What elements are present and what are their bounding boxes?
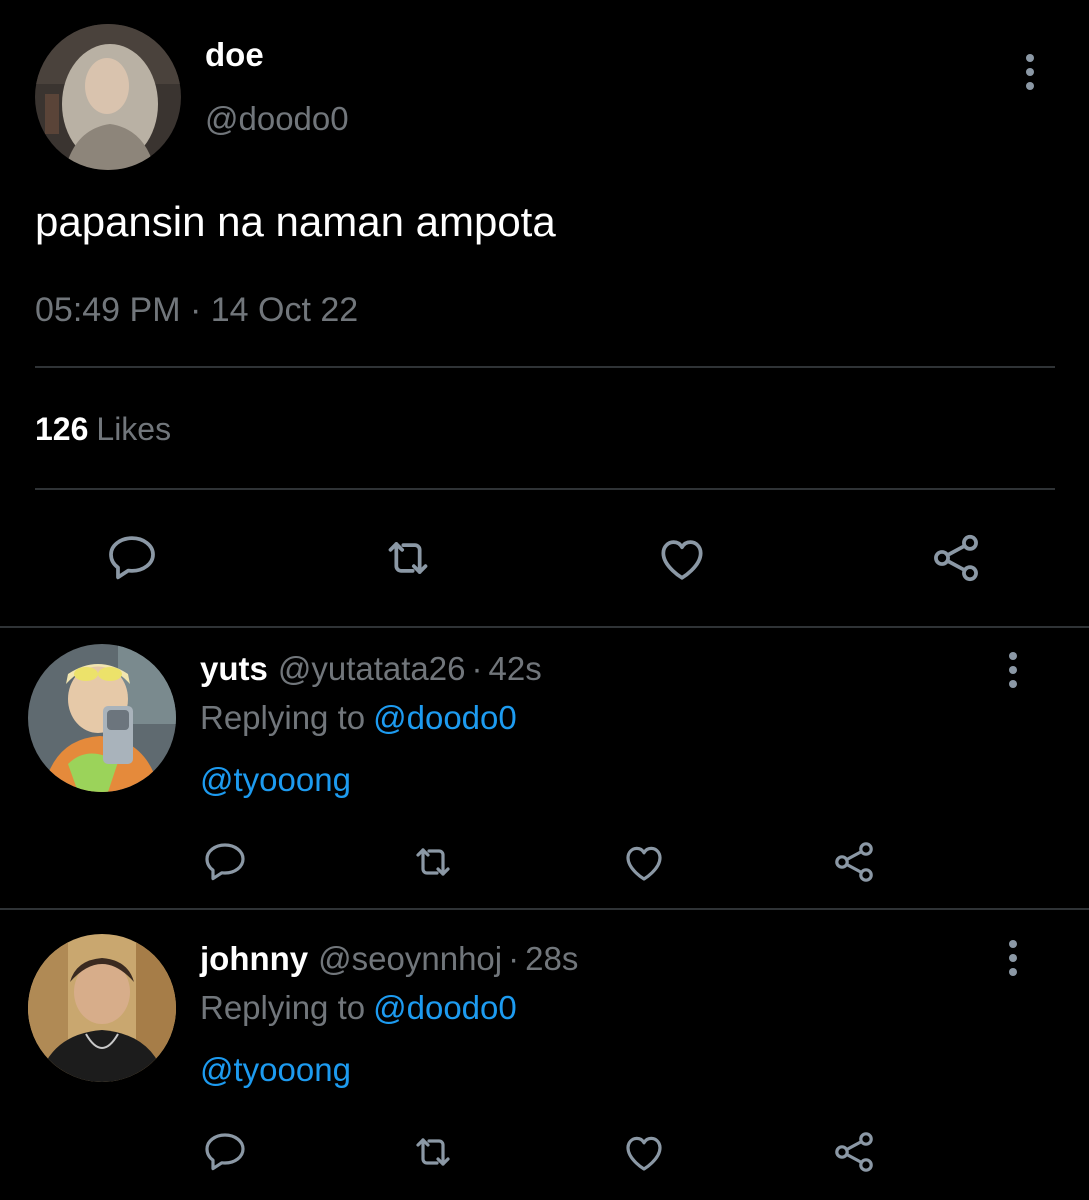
reply-author-avatar[interactable] (28, 934, 176, 1082)
share-button[interactable] (826, 836, 882, 888)
main-author-name[interactable]: doe (205, 36, 264, 74)
retweet-button[interactable] (405, 1126, 461, 1178)
tweet-text: papansin na naman ampota (35, 198, 556, 245)
comment-icon (109, 536, 155, 580)
replying-to: Replying to @doodo0 (200, 989, 517, 1027)
reply-time[interactable]: 42s (488, 650, 541, 687)
heart-icon (661, 540, 703, 580)
header-separator: · (471, 650, 483, 687)
likes-stat[interactable]: 126 Likes (35, 411, 171, 448)
divider (35, 366, 1055, 368)
reply-author-name[interactable]: yuts (200, 650, 268, 687)
divider (0, 626, 1089, 628)
tweet-timestamp: 05:49 PM · 14 Oct 22 (35, 291, 358, 330)
reply-header: yuts @yutatata26 · 42s (200, 650, 542, 688)
reply-text-mention[interactable]: @tyooong (200, 761, 351, 799)
likes-label: Likes (96, 411, 172, 447)
main-author-avatar[interactable] (35, 24, 181, 170)
reply-author-avatar[interactable] (28, 644, 176, 792)
reply-author-handle[interactable]: @seoynnhoj (318, 940, 502, 977)
replying-to-user-link[interactable]: @doodo0 (373, 699, 517, 736)
replying-to: Replying to @doodo0 (200, 699, 517, 737)
tweet-time: 05:49 PM (35, 291, 181, 329)
retweet-icon (388, 542, 428, 574)
meta-separator: · (189, 291, 202, 329)
share-button[interactable] (826, 1126, 882, 1178)
replying-label: Replying to (200, 989, 366, 1026)
divider (0, 908, 1089, 910)
reply-header: johnny @seoynnhoj · 28s (200, 940, 578, 978)
reply-button[interactable] (100, 528, 164, 588)
reply-button[interactable] (197, 1126, 253, 1178)
like-button[interactable] (616, 1126, 672, 1178)
more-options-icon[interactable] (998, 650, 1028, 690)
retweet-button[interactable] (374, 528, 442, 588)
retweet-button[interactable] (405, 836, 461, 888)
replying-to-user-link[interactable]: @doodo0 (373, 989, 517, 1026)
share-icon (835, 1132, 873, 1172)
tweet-date[interactable]: 14 Oct 22 (211, 291, 358, 329)
comment-icon (205, 1133, 245, 1171)
reply-author-handle[interactable]: @yutatata26 (278, 650, 466, 687)
reply-text-mention[interactable]: @tyooong (200, 1051, 351, 1089)
share-icon (934, 534, 978, 582)
retweet-icon (416, 1138, 450, 1166)
share-button[interactable] (924, 528, 988, 588)
comment-icon (205, 843, 245, 881)
heart-icon (626, 846, 662, 881)
replying-label: Replying to (200, 699, 366, 736)
more-options-icon[interactable] (1015, 52, 1045, 92)
like-button[interactable] (616, 836, 672, 888)
divider (35, 488, 1055, 490)
main-author-handle[interactable]: @doodo0 (205, 100, 349, 138)
retweet-icon (416, 848, 450, 876)
like-button[interactable] (650, 528, 714, 588)
likes-count: 126 (35, 411, 89, 447)
heart-icon (626, 1136, 662, 1171)
more-options-icon[interactable] (998, 938, 1028, 978)
reply-time[interactable]: 28s (525, 940, 578, 977)
header-separator: · (508, 940, 520, 977)
reply-button[interactable] (197, 836, 253, 888)
share-icon (835, 842, 873, 882)
reply-author-name[interactable]: johnny (200, 940, 308, 977)
